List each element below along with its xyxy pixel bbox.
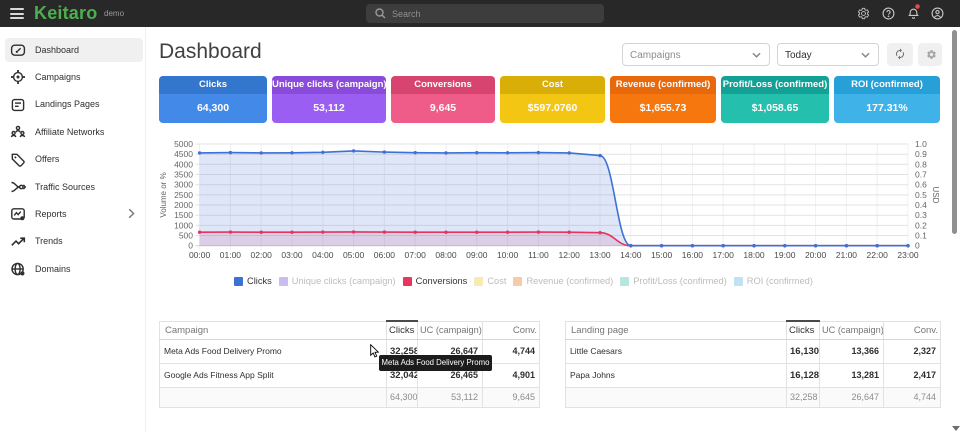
- svg-text:0.7: 0.7: [915, 170, 927, 180]
- svg-text:1500: 1500: [174, 210, 193, 220]
- svg-text:21:00: 21:00: [836, 250, 858, 260]
- svg-text:0.4: 0.4: [915, 200, 927, 210]
- svg-text:15:00: 15:00: [651, 250, 673, 260]
- svg-text:5000: 5000: [174, 139, 193, 149]
- svg-text:12:00: 12:00: [559, 250, 581, 260]
- svg-text:500: 500: [179, 231, 193, 241]
- svg-text:4000: 4000: [174, 159, 193, 169]
- svg-text:08:00: 08:00: [435, 250, 457, 260]
- svg-text:04:00: 04:00: [312, 250, 334, 260]
- svg-text:07:00: 07:00: [405, 250, 427, 260]
- svg-text:05:00: 05:00: [343, 250, 365, 260]
- svg-text:20:00: 20:00: [805, 250, 827, 260]
- svg-text:23:00: 23:00: [897, 250, 919, 260]
- svg-text:0.6: 0.6: [915, 180, 927, 190]
- svg-text:18:00: 18:00: [743, 250, 765, 260]
- svg-text:02:00: 02:00: [251, 250, 273, 260]
- svg-text:11:00: 11:00: [528, 250, 549, 260]
- svg-text:USD: USD: [931, 187, 940, 204]
- svg-text:13:00: 13:00: [589, 250, 611, 260]
- svg-text:19:00: 19:00: [774, 250, 796, 260]
- svg-text:22:00: 22:00: [867, 250, 889, 260]
- svg-text:1.0: 1.0: [915, 139, 927, 149]
- svg-text:0.2: 0.2: [915, 220, 927, 230]
- svg-text:0.3: 0.3: [915, 210, 927, 220]
- svg-text:06:00: 06:00: [374, 250, 396, 260]
- svg-text:17:00: 17:00: [713, 250, 735, 260]
- svg-text:1000: 1000: [174, 220, 193, 230]
- svg-text:03:00: 03:00: [281, 250, 303, 260]
- svg-text:00:00: 00:00: [189, 250, 211, 260]
- svg-text:3500: 3500: [174, 170, 193, 180]
- svg-text:2500: 2500: [174, 190, 193, 200]
- svg-text:14:00: 14:00: [620, 250, 642, 260]
- svg-text:10:00: 10:00: [497, 250, 519, 260]
- svg-text:Volume or %: Volume or %: [159, 172, 168, 217]
- svg-text:0.1: 0.1: [915, 231, 927, 241]
- svg-text:3000: 3000: [174, 180, 193, 190]
- svg-text:4500: 4500: [174, 149, 193, 159]
- svg-text:2000: 2000: [174, 200, 193, 210]
- svg-text:0.8: 0.8: [915, 159, 927, 169]
- svg-text:16:00: 16:00: [682, 250, 704, 260]
- svg-text:09:00: 09:00: [466, 250, 488, 260]
- svg-text:01:00: 01:00: [220, 250, 242, 260]
- svg-text:0.9: 0.9: [915, 149, 927, 159]
- svg-text:0.5: 0.5: [915, 190, 927, 200]
